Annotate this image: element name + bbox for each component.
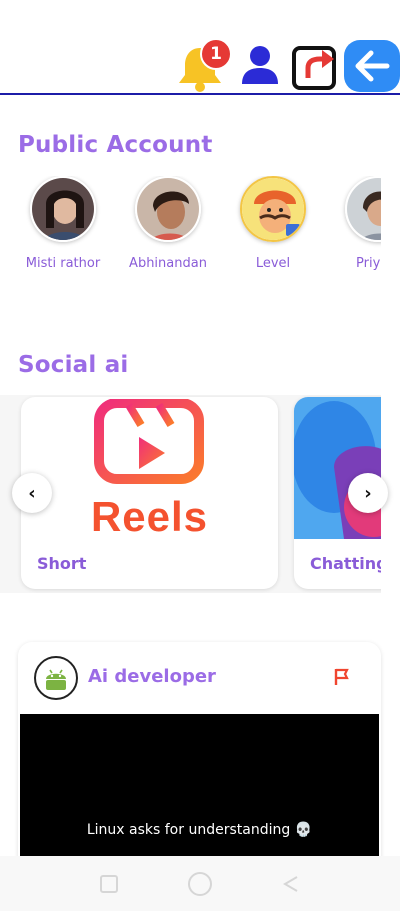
avatar bbox=[135, 176, 201, 242]
account-item[interactable]: Misti rathor bbox=[13, 176, 113, 271]
account-name: Misti rathor bbox=[25, 256, 101, 271]
account-item[interactable]: Abhinandan bbox=[118, 176, 218, 271]
avatar bbox=[240, 176, 306, 242]
reels-icon bbox=[94, 399, 204, 484]
reels-wordmark: Reels bbox=[90, 493, 209, 540]
card-label: Chatting bbox=[310, 554, 381, 573]
back-button[interactable] bbox=[344, 40, 400, 92]
post-author[interactable]: Ai developer bbox=[88, 666, 216, 687]
account-item[interactable]: Priya k bbox=[328, 176, 381, 271]
notification-badge: 1 bbox=[200, 38, 232, 70]
account-item[interactable]: Level bbox=[223, 176, 323, 271]
account-name: Abhinandan bbox=[129, 256, 207, 271]
card-label: Short bbox=[37, 554, 87, 573]
avatar bbox=[345, 176, 381, 242]
social-ai-title: Social ai bbox=[18, 352, 129, 378]
share-icon[interactable] bbox=[290, 40, 342, 92]
post-header: Ai developer bbox=[18, 642, 381, 714]
account-name: Level bbox=[255, 256, 291, 271]
carousel-next-button[interactable]: › bbox=[348, 473, 388, 513]
flag-icon[interactable] bbox=[334, 668, 350, 686]
public-account-title: Public Account bbox=[18, 132, 213, 158]
chevron-left-icon: ‹ bbox=[28, 482, 36, 504]
android-icon[interactable] bbox=[34, 656, 78, 700]
short-card[interactable]: Reels Short bbox=[21, 397, 278, 589]
social-ai-carousel[interactable]: Reels Short Chatting bbox=[0, 395, 381, 593]
public-account-list[interactable]: Misti rathor Abhinandan Level Priy bbox=[0, 176, 381, 276]
system-navigation-bar bbox=[0, 856, 400, 911]
back-arrow-icon bbox=[355, 50, 390, 82]
account-name: Priya k bbox=[356, 256, 381, 271]
carousel-prev-button[interactable]: ‹ bbox=[12, 473, 52, 513]
chevron-right-icon: › bbox=[364, 482, 372, 504]
home-button[interactable] bbox=[188, 871, 212, 896]
chat-bubble-image bbox=[294, 397, 381, 539]
system-back-button[interactable] bbox=[282, 875, 300, 893]
profile-icon[interactable] bbox=[240, 44, 280, 86]
video-caption: Linux asks for understanding 💀 bbox=[86, 822, 313, 838]
avatar bbox=[30, 176, 96, 242]
recent-apps-button[interactable] bbox=[100, 874, 118, 893]
top-app-bar: 1 bbox=[0, 0, 400, 95]
